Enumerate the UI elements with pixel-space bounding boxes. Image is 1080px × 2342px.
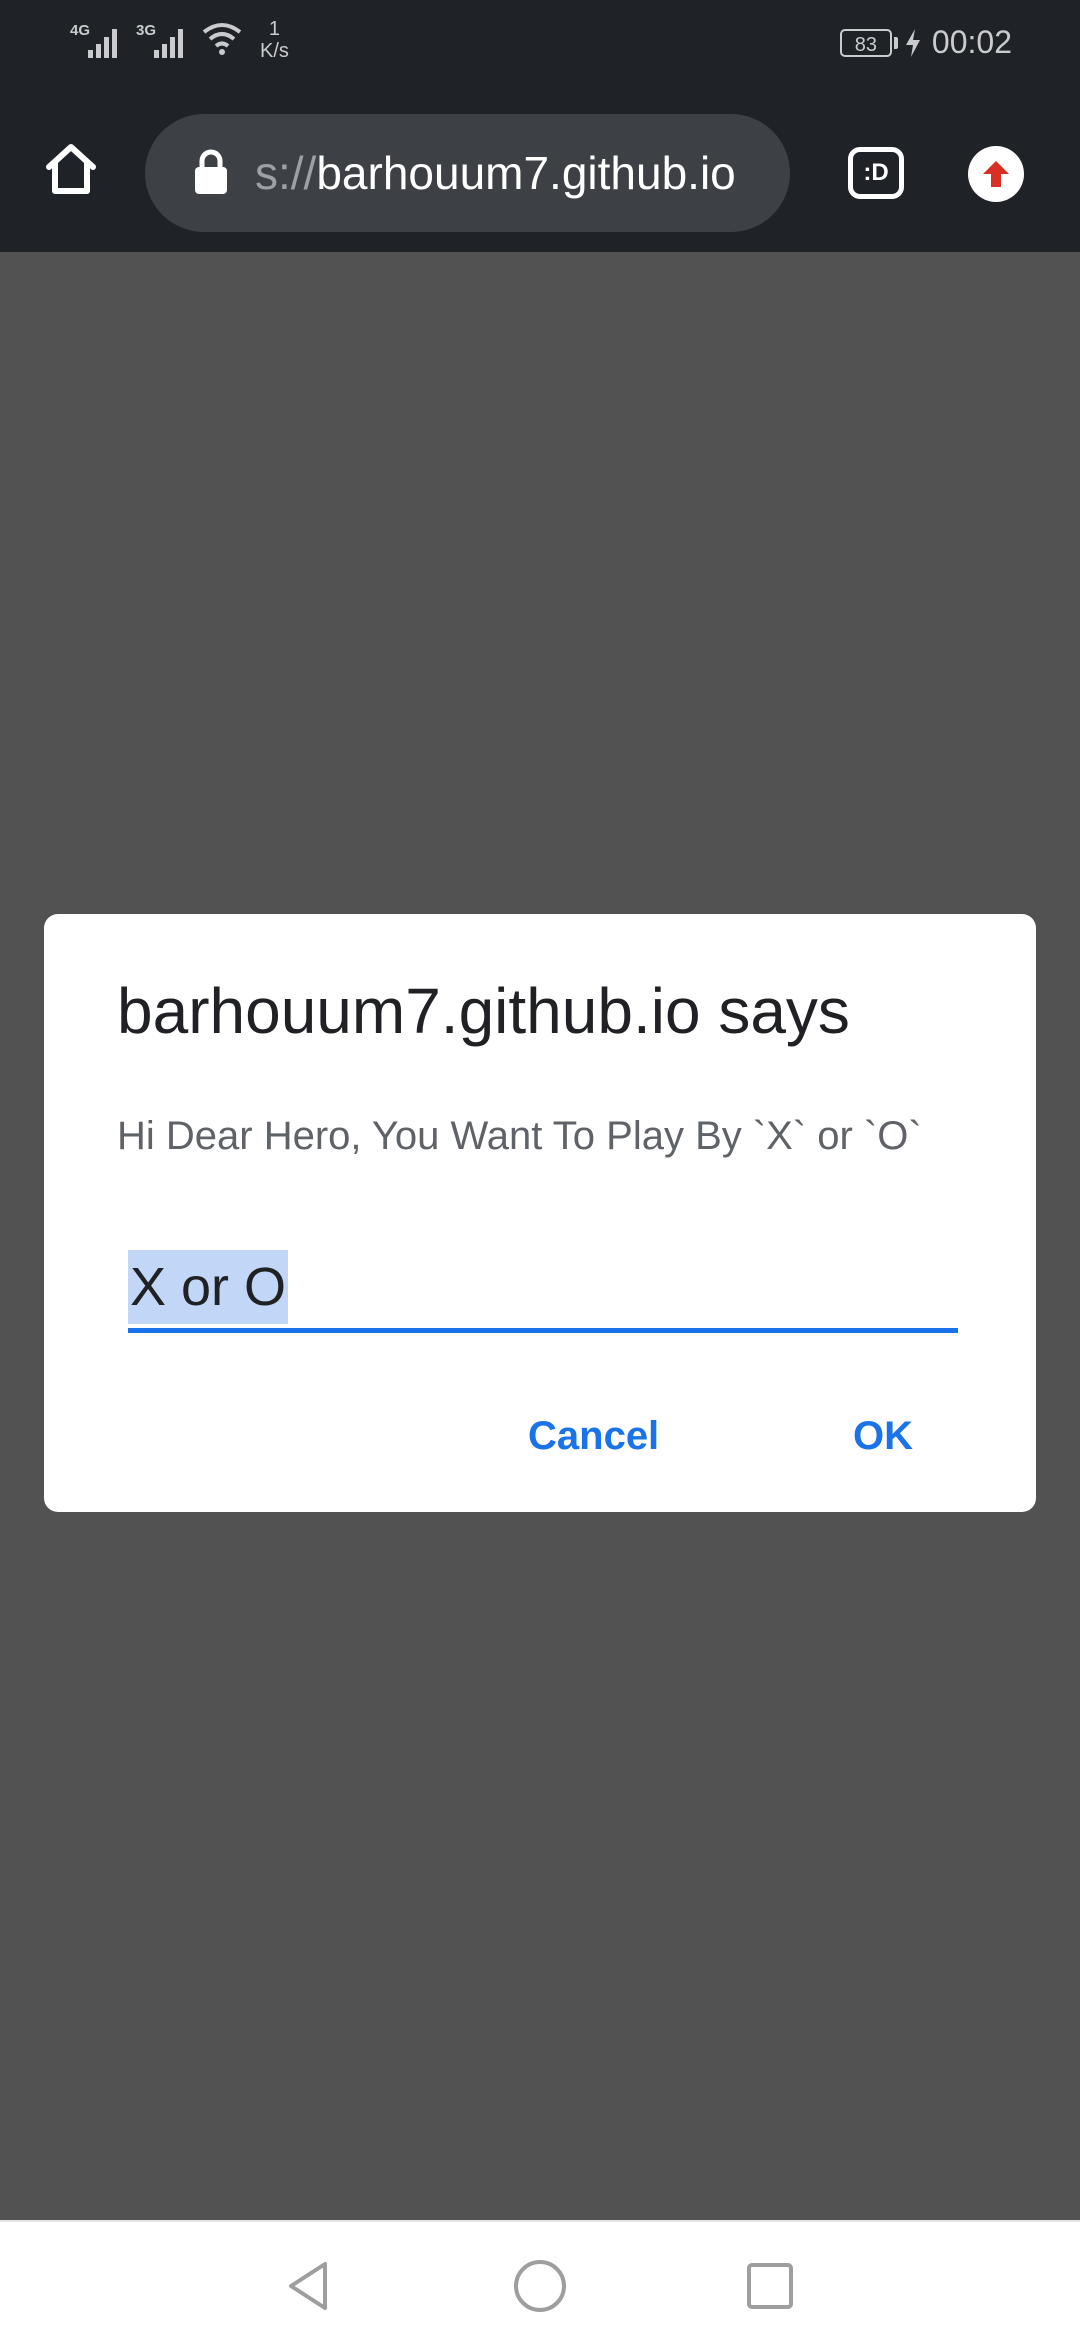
wifi-icon (202, 23, 242, 55)
battery-tip (893, 36, 898, 49)
prompt-input-underline (128, 1328, 958, 1333)
battery-icon: 83 (839, 28, 898, 57)
tab-switcher-button[interactable]: :D (848, 147, 904, 199)
network-speed: 1 K/s (260, 18, 289, 62)
url-scheme: s:// (255, 147, 317, 199)
home-icon (46, 144, 96, 194)
home-button[interactable] (36, 134, 106, 204)
system-nav-bar (0, 2220, 1080, 2342)
status-bar: 4G 3G 1 K/s 83 00:02 (0, 0, 1080, 92)
signal-3g-icon: 3G (134, 18, 190, 62)
home-circle-icon (514, 2260, 566, 2312)
url-host: barhouum7.github.io (316, 147, 736, 199)
ok-button[interactable]: OK (853, 1414, 913, 1459)
status-left: 4G 3G 1 K/s (68, 18, 289, 62)
tab-switcher-label: :D (863, 159, 889, 186)
charging-icon (905, 28, 920, 57)
status-right: 83 00:02 (839, 24, 1012, 61)
address-bar[interactable]: s://barhouum7.github.io (145, 114, 790, 232)
recents-square-icon (747, 2263, 793, 2309)
network-speed-value: 1 (268, 18, 281, 40)
update-button[interactable] (968, 146, 1024, 202)
nav-home-button[interactable] (508, 2254, 572, 2318)
signal-4g-icon: 4G (68, 18, 124, 62)
dialog-message: Hi Dear Hero, You Want To Play By `X` or… (117, 1114, 922, 1158)
clock: 00:02 (931, 24, 1012, 60)
cancel-button[interactable]: Cancel (528, 1414, 659, 1459)
prompt-input[interactable]: X or O (128, 1250, 289, 1324)
url-text[interactable]: s://barhouum7.github.io (255, 114, 775, 232)
back-triangle-icon (289, 2262, 327, 2310)
browser-toolbar: s://barhouum7.github.io :D (0, 92, 1080, 350)
dialog-title: barhouum7.github.io says (117, 975, 850, 1047)
update-arrow-icon (983, 161, 1009, 187)
network-speed-unit: K/s (260, 40, 289, 62)
lock-icon (195, 149, 227, 194)
nav-back-button[interactable] (276, 2254, 340, 2318)
prompt-dialog: barhouum7.github.io says Hi Dear Hero, Y… (44, 914, 1036, 1512)
battery-level: 83 (839, 28, 892, 57)
nav-recents-button[interactable] (738, 2254, 802, 2318)
